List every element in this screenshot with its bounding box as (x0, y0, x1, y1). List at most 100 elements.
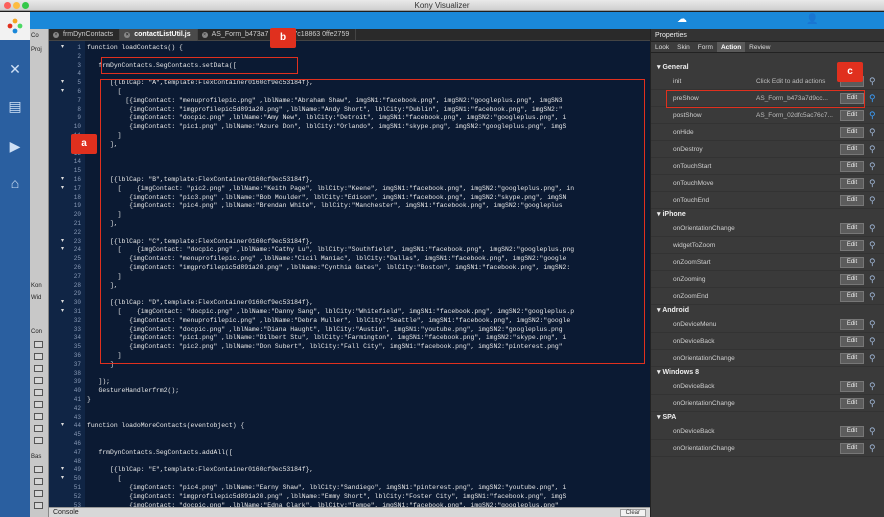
link-icon[interactable]: ⚲ (869, 426, 878, 437)
edit-button[interactable]: Edit (840, 291, 864, 302)
edit-button[interactable]: Edit (840, 240, 864, 251)
widget-icon[interactable] (34, 365, 43, 372)
editor-tab[interactable]: × contactListUtil.js (120, 29, 198, 41)
event-name: postShow (673, 112, 702, 119)
link-icon[interactable]: ⚲ (869, 76, 878, 87)
left-sidebar: ✕ ▤ ▶ ⌂ (0, 12, 30, 517)
edit-button[interactable]: Edit (840, 161, 864, 172)
tools-icon[interactable]: ✕ (5, 60, 25, 78)
link-icon[interactable]: ⚲ (869, 398, 878, 409)
properties-tab[interactable]: Look (651, 42, 673, 52)
widget-icon[interactable] (34, 466, 43, 473)
link-icon[interactable]: ⚲ (869, 336, 878, 347)
widget-icon[interactable] (34, 377, 43, 384)
annotation-box-c (666, 90, 865, 108)
link-icon[interactable]: ⚲ (869, 381, 878, 392)
close-window-icon[interactable] (4, 2, 11, 9)
link-icon[interactable]: ⚲ (869, 274, 878, 285)
fold-arrow-icon[interactable]: ▾ (61, 78, 67, 87)
section-header[interactable]: ▾ Windows 8 (651, 367, 884, 378)
line-number: 10 (73, 123, 81, 131)
link-icon[interactable]: ⚲ (869, 178, 878, 189)
link-icon[interactable]: ⚲ (869, 319, 878, 330)
fold-arrow-icon[interactable]: ▾ (61, 87, 67, 96)
annotation-box-b (101, 57, 298, 74)
widget-icon[interactable] (34, 401, 43, 408)
edit-button[interactable]: Edit (840, 110, 864, 121)
form-icon[interactable]: ▤ (5, 97, 25, 115)
fold-arrow-icon[interactable]: ▾ (61, 298, 67, 307)
widget-icon[interactable] (34, 389, 43, 396)
section-header[interactable]: ▾ SPA (651, 412, 884, 423)
edit-button[interactable]: Edit (840, 426, 864, 437)
widget-icon[interactable] (34, 341, 43, 348)
tab-close-icon[interactable]: × (124, 32, 131, 38)
fold-arrow-icon[interactable]: ▾ (61, 307, 67, 316)
code-line: [ (87, 475, 122, 483)
link-icon[interactable]: ⚲ (869, 195, 878, 206)
minimize-window-icon[interactable] (13, 2, 20, 9)
edit-button[interactable]: Edit (840, 381, 864, 392)
widget-icon[interactable] (34, 478, 43, 485)
cloud-icon[interactable]: ☁ (677, 14, 687, 25)
fold-arrow-icon[interactable]: ▾ (61, 245, 67, 254)
section-title: Android (662, 307, 690, 314)
fold-arrow-icon[interactable]: ▾ (61, 175, 67, 184)
properties-tab[interactable]: Review (745, 42, 774, 52)
edit-button[interactable]: Edit (840, 195, 864, 206)
section-header[interactable]: ▾ Android (651, 305, 884, 316)
link-icon[interactable]: ⚲ (869, 443, 878, 454)
link-icon[interactable]: ⚲ (869, 223, 878, 234)
editor-tab[interactable]: × AS_Form_b473a7 (198, 29, 276, 41)
link-icon[interactable]: ⚲ (869, 93, 878, 104)
link-icon[interactable]: ⚲ (869, 240, 878, 251)
zoom-window-icon[interactable] (22, 2, 29, 9)
widget-icon[interactable] (34, 425, 43, 432)
link-icon[interactable]: ⚲ (869, 353, 878, 364)
edit-button[interactable]: Edit (840, 443, 864, 454)
fold-arrow-icon[interactable]: ▾ (61, 421, 67, 430)
edit-button[interactable]: Edit (840, 353, 864, 364)
fold-arrow-icon[interactable]: ▾ (61, 474, 67, 483)
edit-button[interactable]: Edit (840, 127, 864, 138)
edit-button[interactable]: Edit (840, 319, 864, 330)
edit-button[interactable]: Edit (840, 178, 864, 189)
media-icon[interactable]: ▶ (5, 137, 25, 155)
fold-arrow-icon[interactable]: ▾ (61, 184, 67, 193)
link-icon[interactable]: ⚲ (869, 291, 878, 302)
editor-tab[interactable]: × frmDynContacts (49, 29, 121, 41)
properties-tab[interactable]: Skin (673, 42, 694, 52)
code-line: {imgContact: "imgprofilepic5d891a20.png"… (87, 492, 567, 500)
link-icon[interactable]: ⚲ (869, 110, 878, 121)
properties-tab[interactable]: Action (716, 42, 746, 52)
widget-icon[interactable] (34, 353, 43, 360)
fold-arrow-icon[interactable]: ▾ (61, 43, 67, 52)
edit-button[interactable]: Edit (840, 144, 864, 155)
event-value: Click Edit to add actions (756, 78, 826, 85)
widget-icon[interactable] (34, 413, 43, 420)
widget-icon[interactable] (34, 490, 43, 497)
tab-close-icon[interactable]: × (53, 32, 59, 38)
link-icon[interactable]: ⚲ (869, 257, 878, 268)
edit-button[interactable]: Edit (840, 336, 864, 347)
edit-button[interactable]: Edit (840, 257, 864, 268)
user-icon[interactable]: 👤 (806, 14, 818, 25)
widget-icon[interactable] (34, 502, 43, 509)
edit-button[interactable]: Edit (840, 223, 864, 234)
edit-button[interactable]: Edit (840, 398, 864, 409)
line-number: 24 (73, 246, 81, 254)
properties-tab[interactable]: Form (694, 42, 717, 52)
fold-arrow-icon[interactable]: ▾ (61, 465, 67, 474)
widget-icon[interactable] (34, 437, 43, 444)
section-header[interactable]: ▾ iPhone (651, 209, 884, 220)
console-label[interactable]: Console (53, 508, 79, 517)
clear-button[interactable]: Clear (619, 509, 646, 517)
link-icon[interactable]: ⚲ (869, 144, 878, 155)
bag-icon[interactable]: ⌂ (5, 174, 25, 192)
edit-button[interactable]: Edit (840, 274, 864, 285)
link-icon[interactable]: ⚲ (869, 127, 878, 138)
event-name: widgetToZoom (673, 242, 716, 249)
link-icon[interactable]: ⚲ (869, 161, 878, 172)
fold-arrow-icon[interactable]: ▾ (61, 237, 67, 246)
tab-close-icon[interactable]: × (201, 32, 208, 38)
